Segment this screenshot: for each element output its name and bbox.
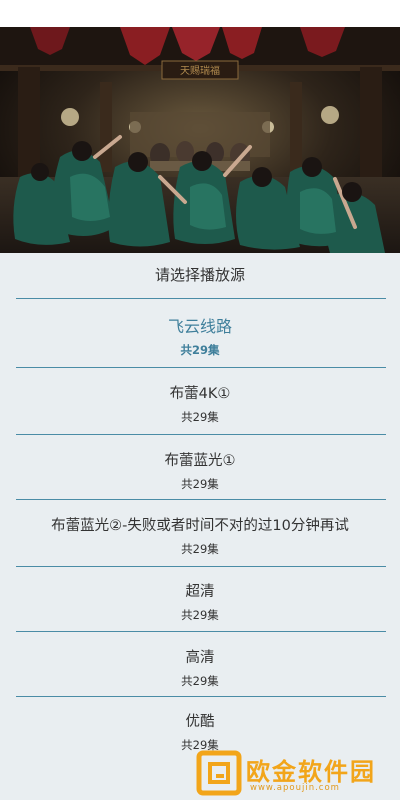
screen: 天赐瑞福 请选择播放源 飞云线路 共29集 布蕾4K① 共29集 布蕾蓝光① 共… (0, 0, 400, 800)
source-item-youku[interactable]: 优酷 共29集 (0, 711, 400, 754)
watermark-logo-icon (196, 750, 242, 796)
episode-count: 共29集 (180, 343, 220, 357)
episode-count: 共29集 (181, 410, 219, 424)
divider (16, 434, 386, 435)
episode-count: 共29集 (181, 477, 219, 491)
source-item-feiyun[interactable]: 飞云线路 共29集 (0, 316, 400, 359)
episode-count: 共29集 (181, 674, 219, 688)
source-item-chaoqing[interactable]: 超清 共29集 (0, 581, 400, 624)
source-name: 布蕾蓝光②-失败或者时间不对的过10分钟再试 (51, 518, 349, 534)
divider (16, 696, 386, 697)
source-name: 布蕾蓝光① (164, 453, 236, 469)
episode-count: 共29集 (181, 542, 219, 556)
divider (16, 499, 386, 500)
source-select-panel: 请选择播放源 飞云线路 共29集 布蕾4K① 共29集 布蕾蓝光① 共29集 布… (0, 253, 400, 800)
hall-sign-text: 天赐瑞福 (180, 64, 220, 77)
divider (16, 566, 386, 567)
source-name: 优酷 (185, 714, 215, 730)
watermark-text: 欧金软件园 (246, 758, 376, 786)
divider (16, 298, 386, 299)
divider (16, 367, 386, 368)
status-bar (0, 0, 400, 27)
watermark: 欧金软件园 www.apoujin.com (196, 750, 396, 796)
source-item-bulei-4k[interactable]: 布蕾4K① 共29集 (0, 383, 400, 426)
source-name: 超清 (185, 584, 215, 600)
watermark-url: www.apoujin.com (250, 783, 340, 793)
source-name: 高清 (185, 650, 215, 666)
episode-count: 共29集 (181, 608, 219, 622)
source-item-gaoqing[interactable]: 高清 共29集 (0, 647, 400, 690)
source-item-bulei-bluray-1[interactable]: 布蕾蓝光① 共29集 (0, 450, 400, 493)
divider (16, 631, 386, 632)
video-frame-image: 天赐瑞福 (0, 27, 400, 253)
source-name: 飞云线路 (167, 317, 232, 336)
panel-title: 请选择播放源 (154, 266, 245, 284)
source-name: 布蕾4K① (169, 386, 231, 402)
video-player[interactable]: 天赐瑞福 (0, 27, 400, 253)
source-item-bulei-bluray-2[interactable]: 布蕾蓝光②-失败或者时间不对的过10分钟再试 共29集 (0, 515, 400, 558)
